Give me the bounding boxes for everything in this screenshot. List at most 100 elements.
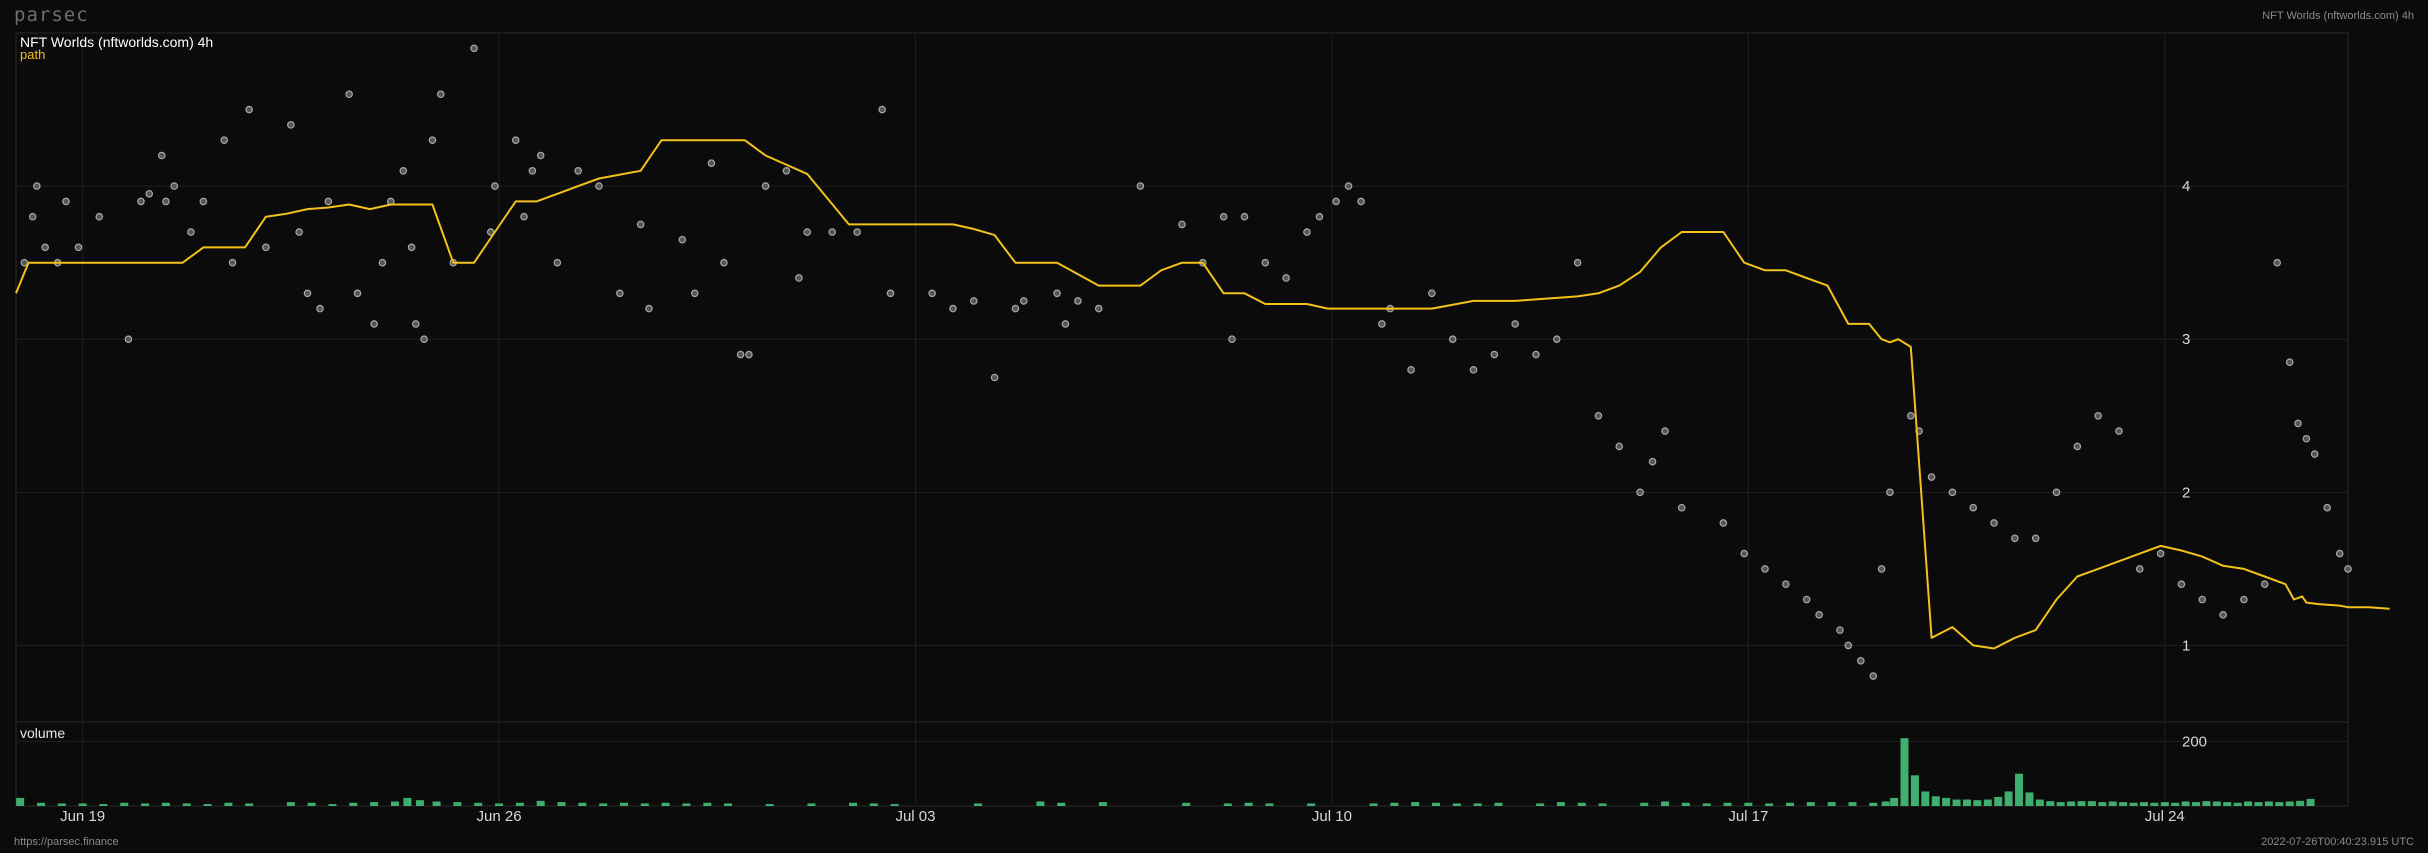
trade-point <box>1573 258 1582 267</box>
trade-point <box>2011 534 2019 543</box>
trade-point <box>1782 580 1790 589</box>
trade-point <box>803 228 812 236</box>
chart-title: NFT Worlds (nftworlds.com) 4h <box>20 34 213 50</box>
trade-point <box>378 258 387 267</box>
trade-point <box>2294 419 2302 428</box>
volume-bar <box>640 803 649 806</box>
trade-point <box>645 304 653 313</box>
trade-point <box>407 243 416 252</box>
trade-point <box>1261 258 1270 267</box>
volume-bar <box>203 804 212 806</box>
volume-bar <box>1952 799 1961 806</box>
trade-point <box>1469 366 1478 374</box>
volume-bar <box>1057 802 1066 806</box>
trade-point <box>511 136 520 144</box>
legend-path: path <box>20 47 45 62</box>
volume-bar <box>16 797 25 806</box>
volume-bar <box>2223 802 2232 806</box>
volume-bar <box>1702 803 1711 806</box>
trade-point <box>553 258 562 267</box>
trade-point <box>316 304 324 313</box>
trade-point <box>170 182 179 190</box>
trade-point <box>1948 488 1957 497</box>
trade-point <box>1053 289 1061 298</box>
volume-bar <box>1765 803 1774 806</box>
volume-bar <box>2160 802 2169 806</box>
volume-bar <box>2285 801 2294 806</box>
trade-point <box>1906 411 1915 420</box>
trade-point <box>436 90 445 99</box>
trade-point <box>636 220 645 229</box>
price-grid <box>16 33 2348 806</box>
volume-bar <box>1931 796 1940 806</box>
volume-bar <box>390 801 399 806</box>
trade-point <box>1332 197 1340 206</box>
volume-bar <box>245 803 254 806</box>
volume-bar <box>1598 803 1607 806</box>
price-y-tick-label: 2 <box>2182 484 2190 501</box>
trade-point <box>1927 473 1936 481</box>
x-tick-label: Jul 17 <box>1728 808 1768 825</box>
volume-bar <box>557 802 566 806</box>
volume-y-ticks: 200 <box>2182 733 2207 750</box>
trade-point <box>1448 335 1457 344</box>
volume-bar <box>1661 801 1670 806</box>
volume-bar <box>120 802 129 806</box>
volume-bar <box>849 802 858 806</box>
volume-bar <box>1098 802 1107 806</box>
volume-bar <box>1223 803 1232 806</box>
trade-point <box>1740 549 1748 558</box>
volume-bar <box>1806 802 1815 806</box>
trade-point <box>1636 488 1644 497</box>
volume-bar <box>1921 791 1930 806</box>
trade-point <box>1303 228 1311 236</box>
trade-point <box>262 243 270 252</box>
volume-title: volume <box>20 725 65 741</box>
volume-bar <box>1556 802 1565 806</box>
trade-point <box>1869 672 1878 680</box>
trade-point <box>157 151 166 160</box>
volume-bar <box>1881 801 1890 806</box>
volume-bar <box>1994 796 2003 806</box>
volume-bar <box>1983 799 1992 806</box>
trade-point <box>370 320 378 328</box>
volume-bar <box>2150 802 2159 806</box>
trade-point <box>62 197 70 206</box>
volume-bar <box>403 797 412 806</box>
trade-point <box>41 243 49 252</box>
trade-point <box>1282 274 1290 282</box>
volume-bar <box>1265 803 1274 806</box>
volume-bar <box>515 802 524 806</box>
trade-point <box>1719 519 1728 527</box>
trade-point <box>1378 320 1386 328</box>
volume-bar <box>2233 802 2242 806</box>
price-y-tick-label: 4 <box>2182 178 2190 195</box>
trade-point <box>678 235 687 244</box>
trade-point <box>33 182 41 190</box>
trade-point <box>2344 565 2352 573</box>
trade-point <box>1761 565 1769 573</box>
trade-point <box>2073 442 2082 451</box>
trade-point <box>886 289 895 298</box>
volume-bar <box>2181 801 2190 806</box>
volume-y-tick-label: 200 <box>2182 733 2207 750</box>
volume-bar <box>2098 802 2107 806</box>
trade-point <box>1969 503 1978 512</box>
volume-bar <box>36 802 45 806</box>
trade-point <box>2115 427 2123 435</box>
trade-point <box>1490 350 1499 359</box>
volume-bar <box>495 803 504 806</box>
volume-bar <box>599 803 608 806</box>
trade-point <box>990 373 999 382</box>
volume-bar <box>2119 802 2128 806</box>
plot-border <box>15 32 2349 807</box>
trade-point <box>162 197 170 206</box>
trade-point <box>1836 626 1844 634</box>
trade-point <box>324 197 333 206</box>
volume-bar <box>2067 801 2076 806</box>
volume-bar <box>432 801 441 806</box>
volume-bar <box>224 802 233 806</box>
volume-bar <box>1577 802 1586 806</box>
volume-bar <box>1973 800 1982 806</box>
volume-bar <box>1723 802 1732 806</box>
